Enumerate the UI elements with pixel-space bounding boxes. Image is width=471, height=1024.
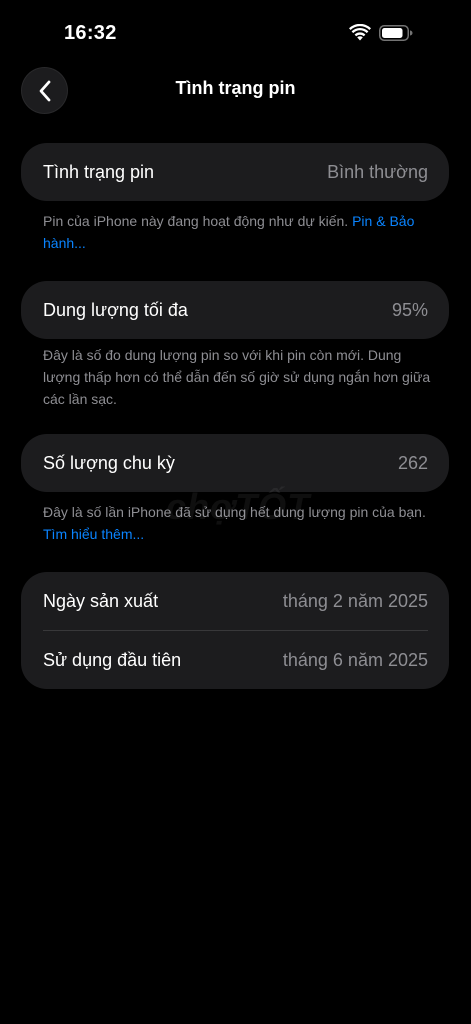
learn-more-link[interactable]: Tìm hiểu thêm... bbox=[43, 526, 144, 542]
battery-icon bbox=[379, 24, 413, 42]
max-capacity-card: Dung lượng tối đa 95% bbox=[21, 281, 449, 339]
manufacture-date-value: tháng 2 năm 2025 bbox=[282, 590, 428, 611]
wifi-icon bbox=[349, 23, 371, 42]
cycle-count-card: Số lượng chu kỳ 262 bbox=[21, 434, 449, 492]
cycle-count-label: Số lượng chu kỳ bbox=[43, 452, 175, 473]
manufacture-date-label: Ngày sản xuất bbox=[43, 590, 159, 611]
max-capacity-label: Dung lượng tối đa bbox=[43, 299, 188, 320]
manufacture-date-row: Ngày sản xuất tháng 2 năm 2025 bbox=[21, 572, 449, 630]
max-capacity-footnote: Đây là số đo dung lượng pin so với khi p… bbox=[43, 347, 431, 407]
status-bar: 16:32 bbox=[0, 0, 471, 60]
battery-health-row: Tình trạng pin Bình thường bbox=[21, 143, 449, 201]
cycle-count-footnote-text: Đây là số lần iPhone đã sử dụng hết dung… bbox=[43, 504, 426, 520]
page-title: Tình trạng pin bbox=[175, 78, 296, 98]
cycle-count-row: Số lượng chu kỳ 262 bbox=[21, 434, 449, 492]
first-use-date-row: Sử dụng đầu tiên tháng 6 năm 2025 bbox=[21, 631, 449, 689]
status-time: 16:32 bbox=[64, 22, 117, 44]
max-capacity-value: 95% bbox=[391, 299, 428, 320]
first-use-date-label: Sử dụng đầu tiên bbox=[43, 649, 182, 670]
dates-card: Ngày sản xuất tháng 2 năm 2025 Sử dụng đ… bbox=[21, 572, 449, 689]
cycle-count-footnote: Đây là số lần iPhone đã sử dụng hết dung… bbox=[43, 501, 433, 545]
battery-health-footnote: Pin của iPhone này đang hoạt động như dự… bbox=[43, 210, 433, 254]
max-capacity-row: Dung lượng tối đa 95% bbox=[21, 281, 449, 339]
first-use-date-value: tháng 6 năm 2025 bbox=[282, 649, 428, 670]
navigation-bar: Tình trạng pin bbox=[0, 60, 471, 120]
battery-health-card: Tình trạng pin Bình thường bbox=[21, 143, 449, 201]
battery-health-footnote-text: Pin của iPhone này đang hoạt động như dự… bbox=[43, 213, 349, 229]
battery-health-label: Tình trạng pin bbox=[43, 161, 155, 182]
battery-health-value: Bình thường bbox=[327, 161, 428, 182]
cycle-count-value: 262 bbox=[397, 452, 428, 473]
